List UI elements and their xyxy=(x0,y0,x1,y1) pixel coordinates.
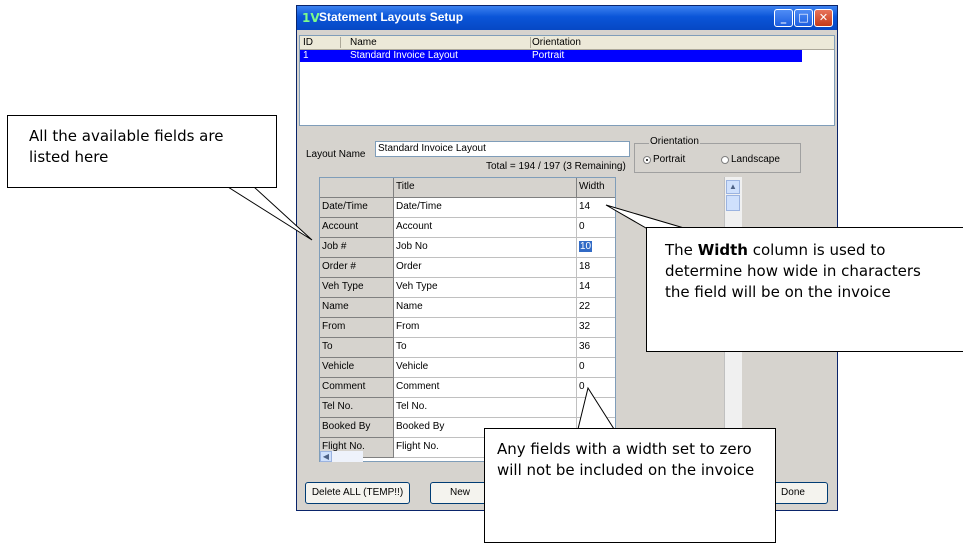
window-title: Statement Layouts Setup xyxy=(319,10,464,24)
app-icon: 1V xyxy=(302,11,320,25)
zero-callout-text: Any fields with a width set to zero will… xyxy=(497,440,755,479)
title-cell[interactable]: Date/Time xyxy=(394,198,577,218)
grid-header-width[interactable]: Width xyxy=(577,178,615,198)
selected-width-value[interactable]: 10 xyxy=(579,241,593,252)
table-row[interactable]: Job # Job No 10 xyxy=(320,238,615,258)
title-cell[interactable]: Job No xyxy=(394,238,577,258)
title-cell[interactable]: Tel No. xyxy=(394,398,577,418)
row-header[interactable]: Name xyxy=(320,298,394,318)
table-row[interactable]: Name Name 22 xyxy=(320,298,615,318)
width-cell[interactable]: 14 xyxy=(577,278,615,298)
title-cell[interactable]: Name xyxy=(394,298,577,318)
grid-header-title[interactable]: Title xyxy=(394,178,577,198)
row-header[interactable]: Job # xyxy=(320,238,394,258)
scroll-up-icon[interactable]: ▲ xyxy=(726,180,740,194)
width-callout-bold: Width xyxy=(697,241,748,259)
title-cell[interactable]: Comment xyxy=(394,378,577,398)
list-header: ID Name Orientation xyxy=(300,36,834,50)
width-callout: The Width column is used to determine ho… xyxy=(646,227,963,352)
grid-corner xyxy=(320,178,394,198)
landscape-radio[interactable] xyxy=(721,156,729,164)
title-cell[interactable]: From xyxy=(394,318,577,338)
layout-name-label: Layout Name xyxy=(306,149,366,160)
column-separator[interactable] xyxy=(340,37,341,48)
width-cell[interactable]: 0 xyxy=(577,358,615,378)
layout-name-input[interactable]: Standard Invoice Layout xyxy=(375,141,630,157)
width-cell[interactable]: 22 xyxy=(577,298,615,318)
new-button[interactable]: New xyxy=(430,482,490,504)
layouts-list[interactable]: ID Name Orientation 1 Standard Invoice L… xyxy=(299,35,835,126)
landscape-radio-label[interactable]: Landscape xyxy=(731,154,780,165)
width-cell[interactable]: 32 xyxy=(577,318,615,338)
row-header[interactable]: Vehicle xyxy=(320,358,394,378)
minimize-button[interactable]: _ xyxy=(774,9,793,27)
scroll-left-icon[interactable]: ◀ xyxy=(320,451,332,462)
table-row[interactable]: To To 36 xyxy=(320,338,615,358)
table-row[interactable]: Vehicle Vehicle 0 xyxy=(320,358,615,378)
width-cell[interactable] xyxy=(577,398,615,418)
total-text: Total = 194 / 197 (3 Remaining) xyxy=(486,161,626,172)
fields-grid[interactable]: Title Width Date/Time Date/Time 14 Account A… xyxy=(319,177,616,462)
table-row[interactable]: Veh Type Veh Type 14 xyxy=(320,278,615,298)
table-row[interactable]: Date/Time Date/Time 14 xyxy=(320,198,615,218)
width-cell[interactable]: 0 xyxy=(577,378,615,398)
column-header-orientation[interactable]: Orientation xyxy=(532,37,581,48)
zero-callout: Any fields with a width set to zero will… xyxy=(484,428,776,543)
row-header[interactable]: Booked By xyxy=(320,418,394,438)
title-cell[interactable]: Vehicle xyxy=(394,358,577,378)
row-header[interactable]: Order # xyxy=(320,258,394,278)
width-callout-prefix: The xyxy=(665,241,693,259)
fields-callout: All the available fields are listed here xyxy=(7,115,277,188)
orientation-label: Orientation xyxy=(649,136,700,147)
grid-horizontal-scrollbar[interactable]: ◀ xyxy=(320,451,363,462)
row-header[interactable]: Veh Type xyxy=(320,278,394,298)
fields-callout-text: All the available fields are listed here xyxy=(29,127,224,166)
width-cell[interactable]: 10 xyxy=(577,238,615,258)
delete-all-button[interactable]: Delete ALL (TEMP!!) xyxy=(305,482,410,504)
column-header-id[interactable]: ID xyxy=(303,37,313,48)
close-button[interactable]: ✕ xyxy=(814,9,833,27)
title-bar[interactable]: 1V Statement Layouts Setup _ □ ✕ xyxy=(297,6,837,30)
row-header[interactable]: From xyxy=(320,318,394,338)
title-cell[interactable]: To xyxy=(394,338,577,358)
row-header[interactable]: Date/Time xyxy=(320,198,394,218)
row-header[interactable]: Account xyxy=(320,218,394,238)
table-row[interactable]: Account Account 0 xyxy=(320,218,615,238)
width-cell[interactable]: 36 xyxy=(577,338,615,358)
row-header[interactable]: Tel No. xyxy=(320,398,394,418)
title-cell[interactable]: Account xyxy=(394,218,577,238)
list-item-name: Standard Invoice Layout xyxy=(350,50,458,61)
row-header[interactable]: To xyxy=(320,338,394,358)
table-row[interactable]: From From 32 xyxy=(320,318,615,338)
table-row[interactable]: Tel No. Tel No. xyxy=(320,398,615,418)
list-item[interactable]: 1 Standard Invoice Layout Portrait xyxy=(300,50,802,62)
table-row[interactable]: Comment Comment 0 xyxy=(320,378,615,398)
column-header-name[interactable]: Name xyxy=(350,37,377,48)
portrait-radio-label[interactable]: Portrait xyxy=(653,154,685,165)
column-separator[interactable] xyxy=(530,37,531,48)
width-cell[interactable]: 0 xyxy=(577,218,615,238)
width-cell[interactable]: 14 xyxy=(577,198,615,218)
portrait-radio[interactable] xyxy=(643,156,651,164)
orientation-group: Orientation Portrait Landscape xyxy=(634,136,801,173)
scrollbar-thumb[interactable] xyxy=(726,195,740,211)
list-item-id: 1 xyxy=(303,50,309,61)
width-cell[interactable]: 18 xyxy=(577,258,615,278)
title-cell[interactable]: Veh Type xyxy=(394,278,577,298)
row-header[interactable]: Comment xyxy=(320,378,394,398)
title-cell[interactable]: Order xyxy=(394,258,577,278)
table-row[interactable]: Order # Order 18 xyxy=(320,258,615,278)
maximize-button[interactable]: □ xyxy=(794,9,813,27)
list-item-orientation: Portrait xyxy=(532,50,565,61)
